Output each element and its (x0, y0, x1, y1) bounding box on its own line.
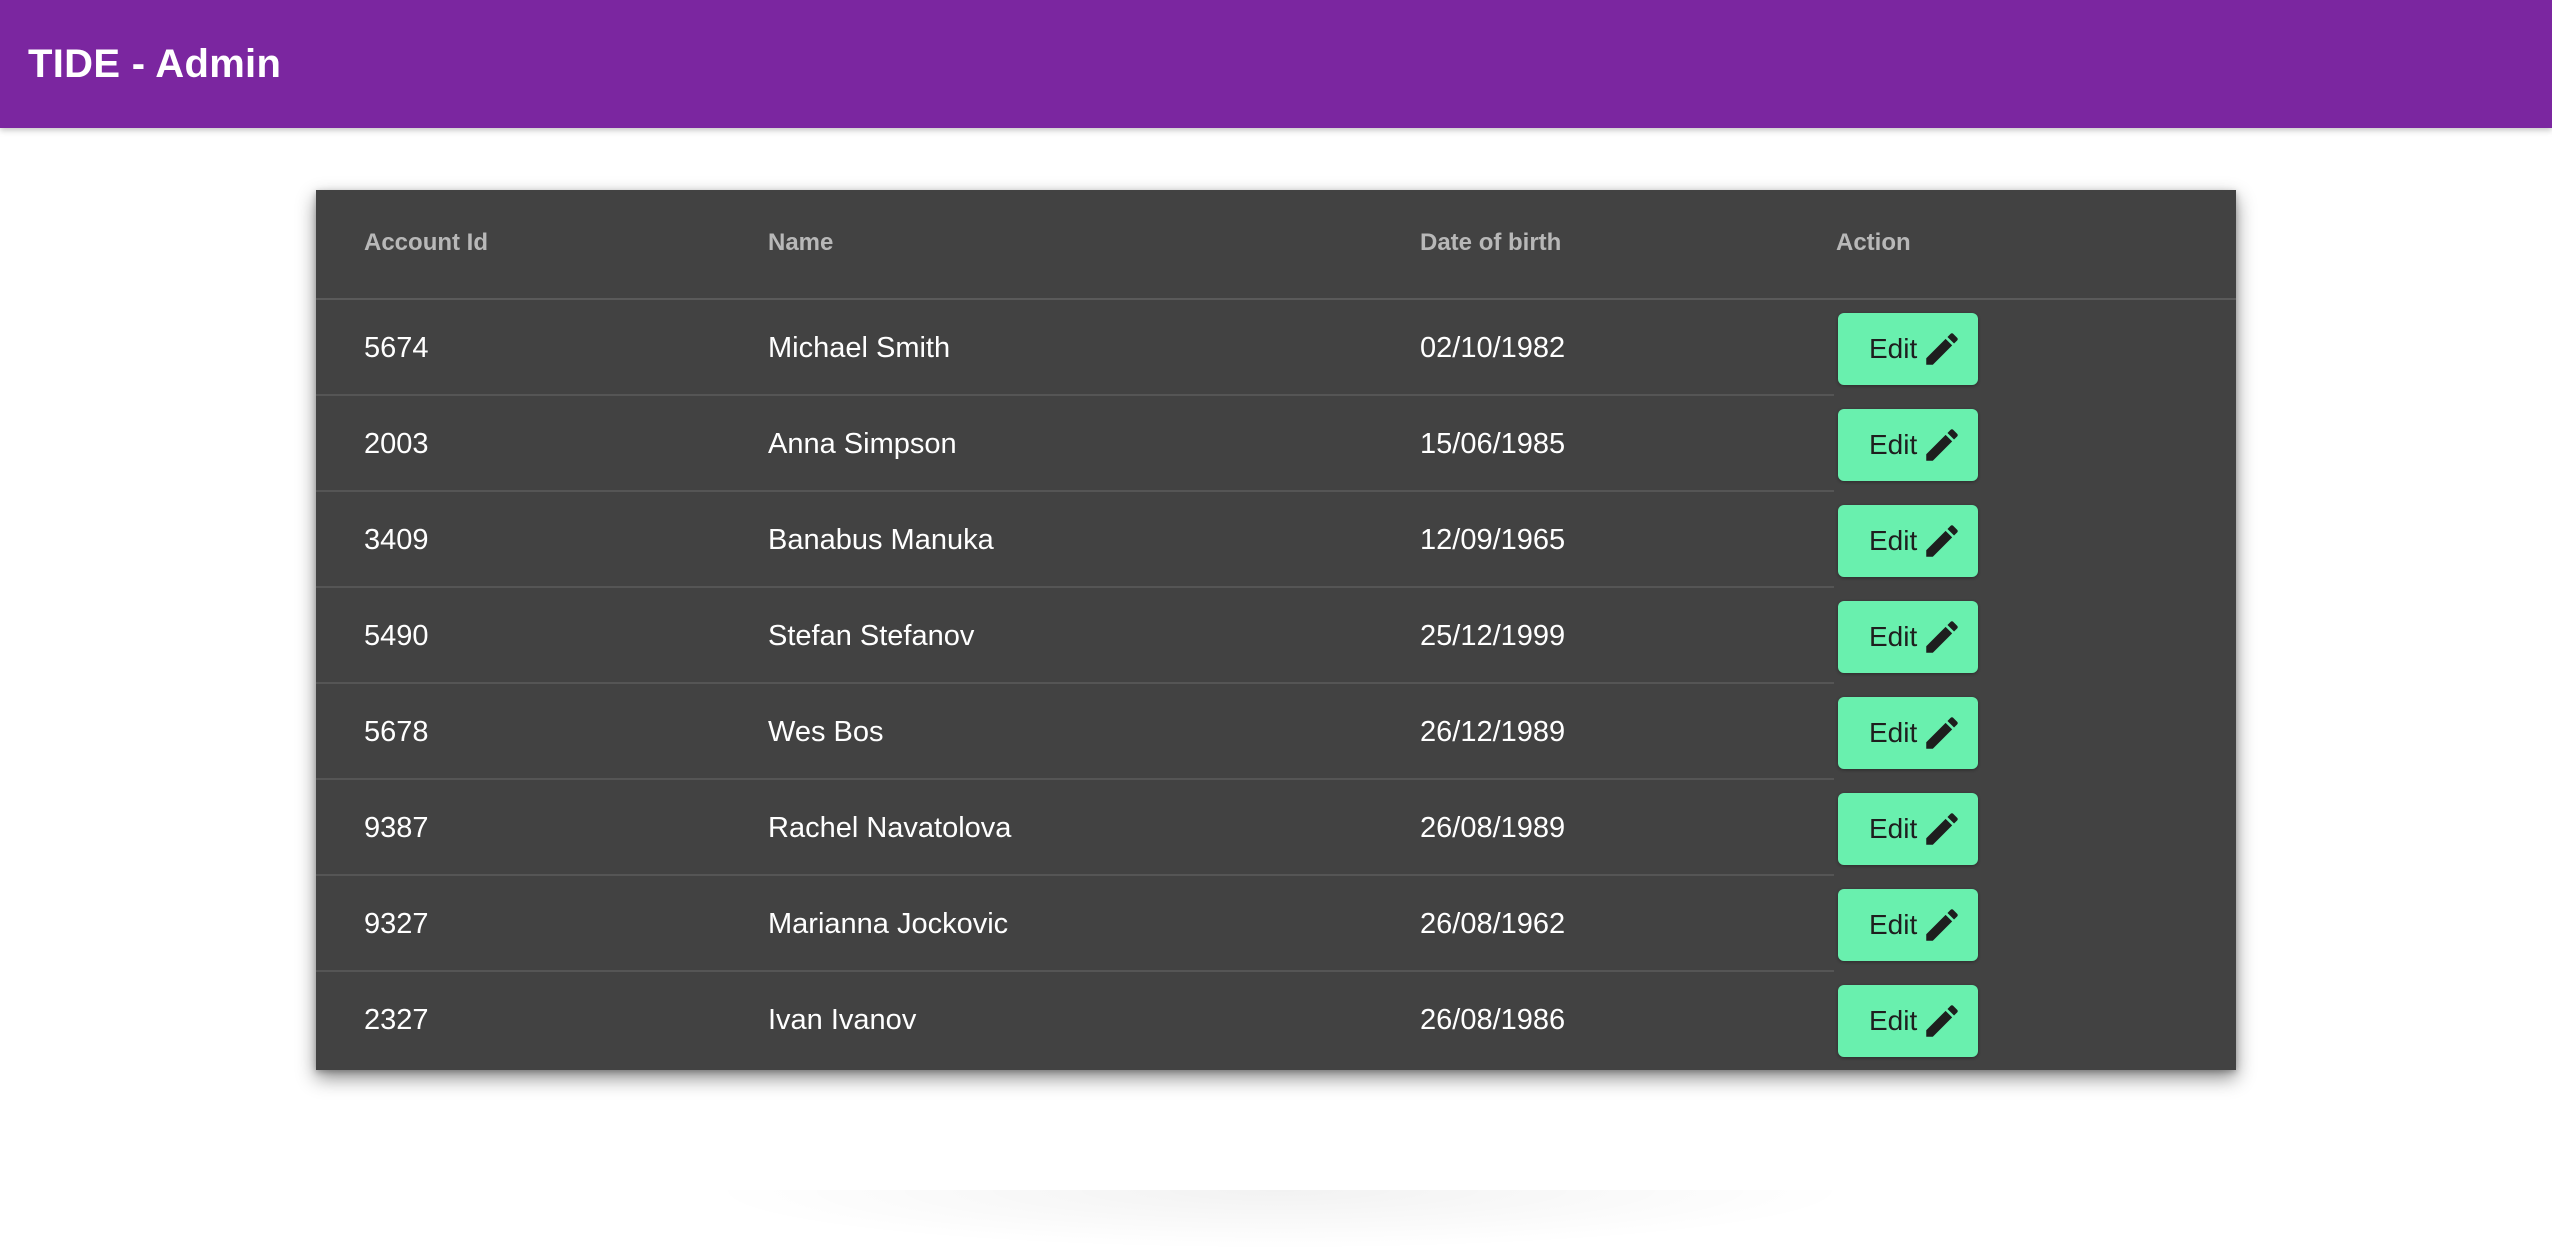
account-id-cell: 5490 (364, 620, 429, 652)
name-cell: Banabus Manuka (768, 524, 994, 556)
edit-button[interactable]: Edit (1838, 313, 1978, 385)
column-header-account-id: Account Id (364, 229, 488, 256)
pencil-icon (1926, 909, 1958, 941)
edit-button-label: Edit (1869, 909, 1918, 940)
edit-button-label: Edit (1869, 813, 1918, 844)
edit-button-label: Edit (1869, 717, 1918, 748)
date-of-birth-cell: 26/08/1986 (1420, 1004, 1566, 1036)
table-row: 2327 Ivan Ivanov 26/08/1986 Edit (316, 972, 2236, 1068)
edit-button[interactable]: Edit (1838, 505, 1978, 577)
account-id-cell: 9327 (364, 908, 429, 940)
app-bar: TIDE - Admin (0, 0, 2552, 128)
date-of-birth-cell: 12/09/1965 (1420, 524, 1566, 556)
accounts-table: Account Id Name Date of birth Action 567… (316, 190, 2236, 1070)
pencil-icon (1926, 1005, 1958, 1037)
date-of-birth-cell: 26/12/1989 (1420, 716, 1566, 748)
account-id-cell: 2327 (364, 1004, 429, 1036)
pencil-icon (1926, 621, 1958, 653)
pencil-icon (1926, 717, 1958, 749)
column-header-name: Name (768, 229, 834, 256)
date-of-birth-cell: 26/08/1989 (1420, 812, 1566, 844)
name-cell: Rachel Navatolova (768, 812, 1012, 844)
table-header: Account Id Name Date of birth Action (316, 190, 2236, 300)
edit-button[interactable]: Edit (1838, 409, 1978, 481)
app-title: TIDE - Admin (28, 42, 282, 86)
column-header-date-of-birth: Date of birth (1420, 229, 1562, 256)
pencil-icon (1926, 813, 1958, 845)
table-row: 2003 Anna Simpson 15/06/1985 Edit (316, 396, 2236, 492)
pencil-icon (1926, 525, 1958, 557)
edit-button-label: Edit (1869, 1005, 1918, 1036)
account-id-cell: 2003 (364, 428, 429, 460)
name-cell: Marianna Jockovic (768, 908, 1009, 940)
name-cell: Ivan Ivanov (768, 1004, 917, 1036)
date-of-birth-cell: 15/06/1985 (1420, 428, 1566, 460)
name-cell: Anna Simpson (768, 428, 957, 460)
pencil-icon (1926, 429, 1958, 461)
table-row: 3409 Banabus Manuka 12/09/1965 Edit (316, 492, 2236, 588)
name-cell: Michael Smith (768, 332, 951, 364)
table-row: 9327 Marianna Jockovic 26/08/1962 Edit (316, 876, 2236, 972)
date-of-birth-cell: 02/10/1982 (1420, 332, 1566, 364)
edit-button[interactable]: Edit (1838, 601, 1978, 673)
table-row: 5678 Wes Bos 26/12/1989 Edit (316, 684, 2236, 780)
edit-button[interactable]: Edit (1838, 985, 1978, 1057)
edit-button[interactable]: Edit (1838, 889, 1978, 961)
account-id-cell: 5674 (364, 332, 429, 364)
footer-shadow (700, 1190, 1860, 1250)
account-id-cell: 5678 (364, 716, 429, 748)
date-of-birth-cell: 26/08/1962 (1420, 908, 1566, 940)
edit-button-label: Edit (1869, 525, 1918, 556)
edit-button[interactable]: Edit (1838, 793, 1978, 865)
edit-button-label: Edit (1869, 429, 1918, 460)
edit-button-label: Edit (1869, 333, 1918, 364)
name-cell: Stefan Stefanov (768, 620, 975, 652)
table-row: 9387 Rachel Navatolova 26/08/1989 Edit (316, 780, 2236, 876)
date-of-birth-cell: 25/12/1999 (1420, 620, 1566, 652)
name-cell: Wes Bos (768, 716, 884, 748)
edit-button-label: Edit (1869, 621, 1918, 652)
edit-button[interactable]: Edit (1838, 697, 1978, 769)
table-row: 5490 Stefan Stefanov 25/12/1999 Edit (316, 588, 2236, 684)
column-header-action: Action (1836, 229, 1911, 256)
pencil-icon (1926, 333, 1958, 365)
table-body: 5674 Michael Smith 02/10/1982 Edit 2003 Anna … (316, 300, 2236, 1068)
table-row: 5674 Michael Smith 02/10/1982 Edit (316, 300, 2236, 396)
account-id-cell: 3409 (364, 524, 429, 556)
account-id-cell: 9387 (364, 812, 429, 844)
